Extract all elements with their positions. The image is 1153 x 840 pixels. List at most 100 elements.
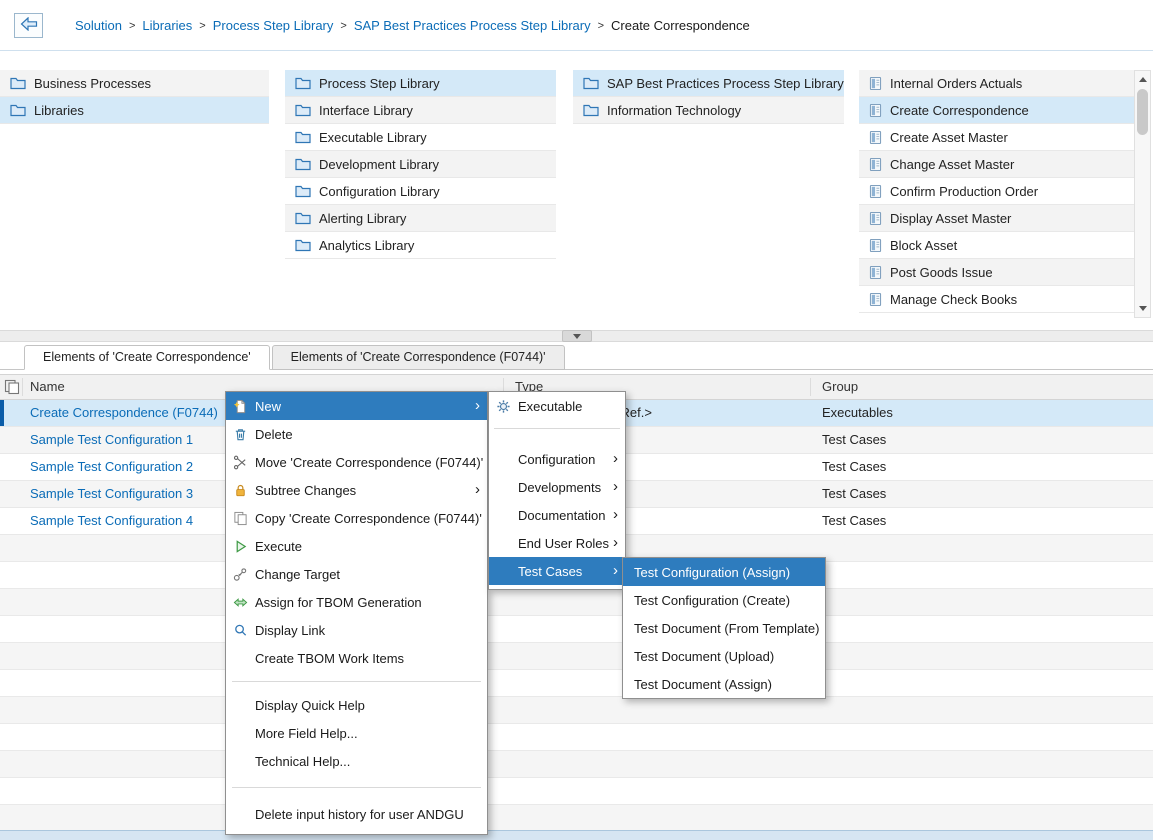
menu-item-delete-input-history[interactable]: Delete input history for user ANDGU <box>226 800 487 828</box>
menu-item-test-document-from-template[interactable]: Test Document (From Template) <box>623 614 825 642</box>
tree-item-sap-best-practices[interactable]: SAP Best Practices Process Step Library <box>573 70 844 97</box>
breadcrumb-item-solution[interactable]: Solution <box>75 18 122 33</box>
scroll-down-button[interactable] <box>1135 301 1150 316</box>
menu-item-change-target[interactable]: Change Target <box>226 560 487 588</box>
menu-item-execute[interactable]: Execute <box>226 532 487 560</box>
folder-icon <box>10 103 26 117</box>
menu-item-label: Configuration <box>518 452 595 467</box>
menu-item-developments[interactable]: Developments <box>489 473 625 501</box>
tree-item-post-goods-issue[interactable]: Post Goods Issue <box>859 259 1134 286</box>
menu-item-test-document-upload[interactable]: Test Document (Upload) <box>623 642 825 670</box>
breadcrumb-item-process-step-library[interactable]: Process Step Library <box>213 18 334 33</box>
menu-item-test-cases[interactable]: Test Cases <box>489 557 625 585</box>
row-name-link[interactable]: Sample Test Configuration 3 <box>30 481 193 507</box>
breadcrumb-item-sap-best-practices[interactable]: SAP Best Practices Process Step Library <box>354 18 591 33</box>
icon-spacer <box>232 650 248 666</box>
menu-item-more-field-help[interactable]: More Field Help... <box>226 719 487 747</box>
tree-item-manage-check-books[interactable]: Manage Check Books <box>859 286 1134 313</box>
menu-item-label: Test Document (Assign) <box>634 677 772 692</box>
tree-item-create-correspondence[interactable]: Create Correspondence <box>859 97 1134 124</box>
breadcrumb-item-current: Create Correspondence <box>611 18 750 33</box>
folder-icon <box>583 103 599 117</box>
table-selection-icon[interactable] <box>4 379 20 398</box>
menu-item-display-quick-help[interactable]: Display Quick Help <box>226 691 487 719</box>
horizontal-splitter[interactable] <box>0 330 1153 342</box>
menu-item-configuration[interactable]: Configuration <box>489 445 625 473</box>
tree-item-label: Interface Library <box>319 103 413 118</box>
menu-item-move[interactable]: Move 'Create Correspondence (F0744)' <box>226 448 487 476</box>
tree-item-block-asset[interactable]: Block Asset <box>859 232 1134 259</box>
tree-item-label: Process Step Library <box>319 76 440 91</box>
menu-item-copy[interactable]: Copy 'Create Correspondence (F0744)' <box>226 504 487 532</box>
menu-item-label: Test Document (Upload) <box>634 649 774 664</box>
menu-item-executable[interactable]: Executable <box>489 392 625 420</box>
row-name-link[interactable]: Create Correspondence (F0744) <box>30 400 218 426</box>
gear-icon <box>495 398 511 414</box>
column-header-name[interactable]: Name <box>30 375 65 399</box>
breadcrumb-item-libraries[interactable]: Libraries <box>142 18 192 33</box>
executable-icon <box>869 157 882 172</box>
tree-item-executable-library[interactable]: Executable Library <box>285 124 556 151</box>
tree-item-process-step-library[interactable]: Process Step Library <box>285 70 556 97</box>
row-name-link[interactable]: Sample Test Configuration 2 <box>30 454 193 480</box>
scrollbar-thumb[interactable] <box>1137 89 1148 135</box>
tree-item-label: Executable Library <box>319 130 427 145</box>
tree-item-display-asset-master[interactable]: Display Asset Master <box>859 205 1134 232</box>
tree-item-change-asset-master[interactable]: Change Asset Master <box>859 151 1134 178</box>
column-scrollbar[interactable] <box>1134 70 1151 318</box>
tree-item-interface-library[interactable]: Interface Library <box>285 97 556 124</box>
column-header-group[interactable]: Group <box>822 375 858 399</box>
tree-item-libraries[interactable]: Libraries <box>0 97 269 124</box>
top-bar: Solution Libraries Process Step Library … <box>0 0 1153 51</box>
menu-item-display-link[interactable]: Display Link <box>226 616 487 644</box>
breadcrumb-separator <box>129 20 135 32</box>
scissors-icon <box>232 454 248 470</box>
tree-item-confirm-production-order[interactable]: Confirm Production Order <box>859 178 1134 205</box>
menu-item-technical-help[interactable]: Technical Help... <box>226 747 487 775</box>
tree-item-business-processes[interactable]: Business Processes <box>0 70 269 97</box>
submenu-arrow-icon <box>613 507 618 522</box>
submenu-arrow-icon <box>613 535 618 550</box>
menu-item-test-configuration-create[interactable]: Test Configuration (Create) <box>623 586 825 614</box>
element-tabs: Elements of 'Create Correspondence' Elem… <box>24 345 567 370</box>
menu-separator <box>232 681 481 682</box>
tree-item-label: SAP Best Practices Process Step Library <box>607 76 844 91</box>
tab-elements-of-create-correspondence[interactable]: Elements of 'Create Correspondence' <box>24 345 270 370</box>
tree-item-label: Confirm Production Order <box>890 184 1038 199</box>
menu-item-test-document-assign[interactable]: Test Document (Assign) <box>623 670 825 698</box>
tree-item-internal-orders-actuals[interactable]: Internal Orders Actuals <box>859 70 1134 97</box>
executable-icon <box>869 76 882 91</box>
row-name-link[interactable]: Sample Test Configuration 4 <box>30 508 193 534</box>
tree-item-development-library[interactable]: Development Library <box>285 151 556 178</box>
tree-item-label: Create Correspondence <box>890 103 1029 118</box>
row-group: Test Cases <box>822 481 886 507</box>
menu-item-create-tbom-work-items[interactable]: Create TBOM Work Items <box>226 644 487 672</box>
menu-item-end-user-roles[interactable]: End User Roles <box>489 529 625 557</box>
scroll-up-button[interactable] <box>1135 72 1150 87</box>
menu-item-label: Execute <box>255 539 302 554</box>
tree-item-alerting-library[interactable]: Alerting Library <box>285 205 556 232</box>
menu-item-label: Executable <box>518 399 582 414</box>
menu-item-test-configuration-assign[interactable]: Test Configuration (Assign) <box>623 558 825 586</box>
tree-item-analytics-library[interactable]: Analytics Library <box>285 232 556 259</box>
column-divider <box>810 378 811 396</box>
tree-item-information-technology[interactable]: Information Technology <box>573 97 844 124</box>
execute-play-icon <box>232 538 248 554</box>
menu-item-delete[interactable]: Delete <box>226 420 487 448</box>
icon-spacer <box>232 725 248 741</box>
menu-item-label: Subtree Changes <box>255 483 356 498</box>
menu-item-subtree-changes[interactable]: Subtree Changes <box>226 476 487 504</box>
menu-item-documentation[interactable]: Documentation <box>489 501 625 529</box>
menu-item-assign-for-tbom[interactable]: Assign for TBOM Generation <box>226 588 487 616</box>
back-arrow-icon <box>20 17 38 34</box>
submenu-test-cases: Test Configuration (Assign) Test Configu… <box>622 557 826 699</box>
menu-item-new[interactable]: New <box>226 392 487 420</box>
application-window: Solution Libraries Process Step Library … <box>0 0 1153 840</box>
menu-item-label: Assign for TBOM Generation <box>255 595 422 610</box>
splitter-collapse-handle[interactable] <box>562 330 592 342</box>
row-name-link[interactable]: Sample Test Configuration 1 <box>30 427 193 453</box>
tab-elements-of-create-correspondence-f0744[interactable]: Elements of 'Create Correspondence (F074… <box>272 345 565 370</box>
tree-item-create-asset-master[interactable]: Create Asset Master <box>859 124 1134 151</box>
back-button[interactable] <box>14 13 43 38</box>
tree-item-configuration-library[interactable]: Configuration Library <box>285 178 556 205</box>
